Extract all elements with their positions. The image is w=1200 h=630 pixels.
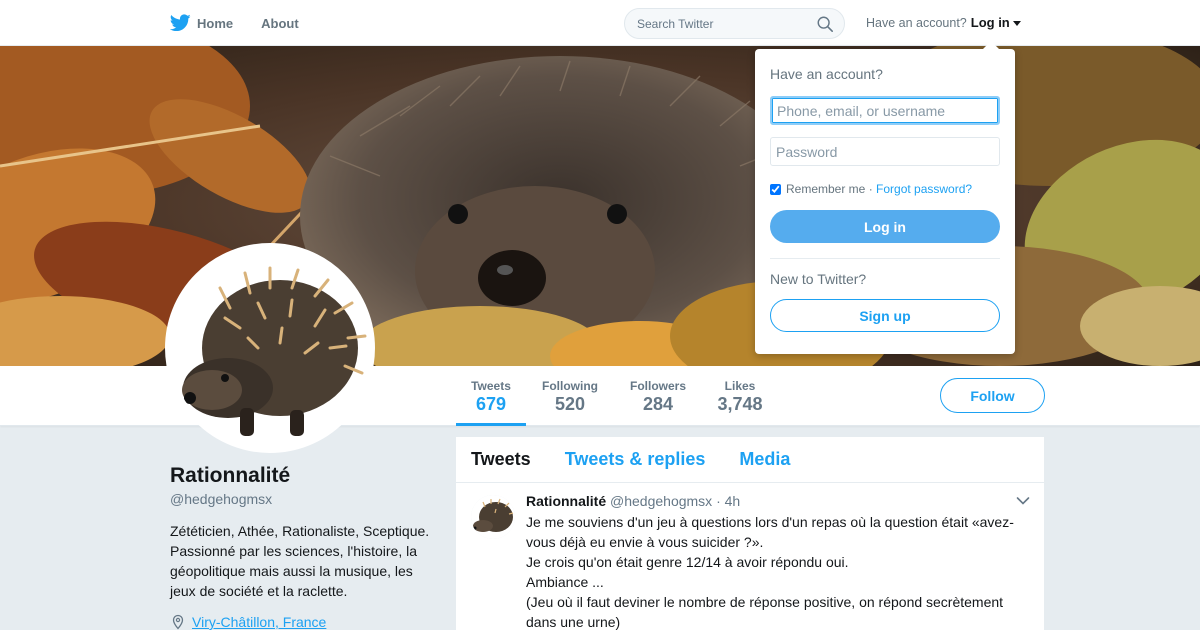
- stat-value: 679: [475, 394, 507, 414]
- stat-tweets[interactable]: Tweets 679: [456, 366, 526, 426]
- tweet-author-name[interactable]: Rationnalité: [526, 493, 606, 509]
- follow-button[interactable]: Follow: [940, 378, 1045, 413]
- account-menu: Have an account? Log in: [866, 15, 1021, 30]
- remember-me-label[interactable]: Remember me ·: [786, 182, 873, 196]
- stat-likes[interactable]: Likes 3,748: [710, 366, 770, 426]
- username-input[interactable]: [770, 96, 1000, 125]
- search-input[interactable]: [637, 16, 816, 31]
- tweet-header: Rationnalité @hedgehogmsx · 4h: [526, 492, 1029, 511]
- signup-button[interactable]: Sign up: [770, 299, 1000, 332]
- caret-down-icon[interactable]: [1012, 20, 1021, 26]
- login-dropdown: Have an account? Remember me · Forgot pa…: [755, 41, 1015, 354]
- search-box: [624, 8, 845, 39]
- timeline-panel: Tweets Tweets & replies Media Rationnali…: [456, 437, 1044, 630]
- dropdown-divider: [770, 258, 1000, 259]
- nav-left: Home About: [170, 0, 327, 46]
- tweet-item[interactable]: Rationnalité @hedgehogmsx · 4h Je me sou…: [456, 483, 1044, 630]
- stat-value: 3,748: [717, 394, 763, 414]
- home-nav-link[interactable]: Home: [170, 0, 233, 46]
- chevron-down-icon[interactable]: [1016, 496, 1030, 506]
- stat-value: 284: [642, 394, 674, 414]
- tab-tweets[interactable]: Tweets: [471, 449, 531, 470]
- home-nav-label: Home: [197, 15, 234, 31]
- profile-bio: Zététicien, Athée, Rationaliste, Sceptiq…: [170, 523, 430, 599]
- login-button[interactable]: Log in: [770, 210, 1000, 243]
- tweet-text: Je me souviens d'un jeu à questions lors…: [526, 512, 1029, 630]
- new-to-twitter-label: New to Twitter?: [770, 271, 867, 287]
- stat-label: Likes: [724, 379, 756, 393]
- search-icon[interactable]: [816, 15, 834, 33]
- location-link[interactable]: Viry-Châtillon, France: [192, 614, 326, 630]
- tweet-line: Je me souviens d'un jeu à questions lors…: [526, 514, 1014, 550]
- tab-media[interactable]: Media: [739, 449, 790, 470]
- remember-row: Remember me · Forgot password?: [770, 182, 1000, 196]
- tweet-line: Je crois qu'on était genre 12/14 à avoir…: [526, 554, 849, 570]
- login-dropdown-title: Have an account?: [770, 66, 883, 82]
- stat-label: Following: [542, 379, 598, 393]
- login-dropdown-toggle[interactable]: Log in: [971, 15, 1010, 30]
- tweet-timestamp[interactable]: · 4h: [716, 493, 740, 509]
- profile-name[interactable]: Rationnalité: [170, 464, 290, 488]
- about-nav-link[interactable]: About: [261, 0, 299, 46]
- top-navigation-bar: Home About Have an account? Log in: [0, 0, 1200, 46]
- stat-label: Tweets: [471, 379, 511, 393]
- tweet-avatar[interactable]: [471, 495, 515, 539]
- profile-location[interactable]: Viry-Châtillon, France: [170, 614, 326, 630]
- remember-me-checkbox[interactable]: [770, 183, 781, 195]
- stat-followers[interactable]: Followers 284: [624, 366, 692, 426]
- stat-value: 520: [554, 394, 586, 414]
- stat-following[interactable]: Following 520: [536, 366, 604, 426]
- account-prompt: Have an account?: [866, 15, 967, 30]
- forgot-password-link[interactable]: Forgot password?: [876, 182, 972, 196]
- twitter-bird-icon: [170, 14, 191, 32]
- tweet-line: Ambiance ...: [526, 574, 604, 590]
- password-input[interactable]: [770, 137, 1000, 166]
- stat-label: Followers: [629, 379, 686, 393]
- location-pin-icon: [172, 614, 184, 630]
- tweet-author-handle[interactable]: @hedgehogmsx: [610, 493, 712, 509]
- tweet-line: (Jeu où il faut deviner le nombre de rép…: [526, 594, 1004, 630]
- tab-tweets-and-replies[interactable]: Tweets & replies: [565, 449, 706, 470]
- profile-handle[interactable]: @hedgehogmsx: [170, 491, 272, 507]
- about-nav-label: About: [261, 15, 299, 31]
- profile-avatar[interactable]: [165, 243, 375, 453]
- timeline-tabs: Tweets Tweets & replies Media: [456, 437, 1044, 483]
